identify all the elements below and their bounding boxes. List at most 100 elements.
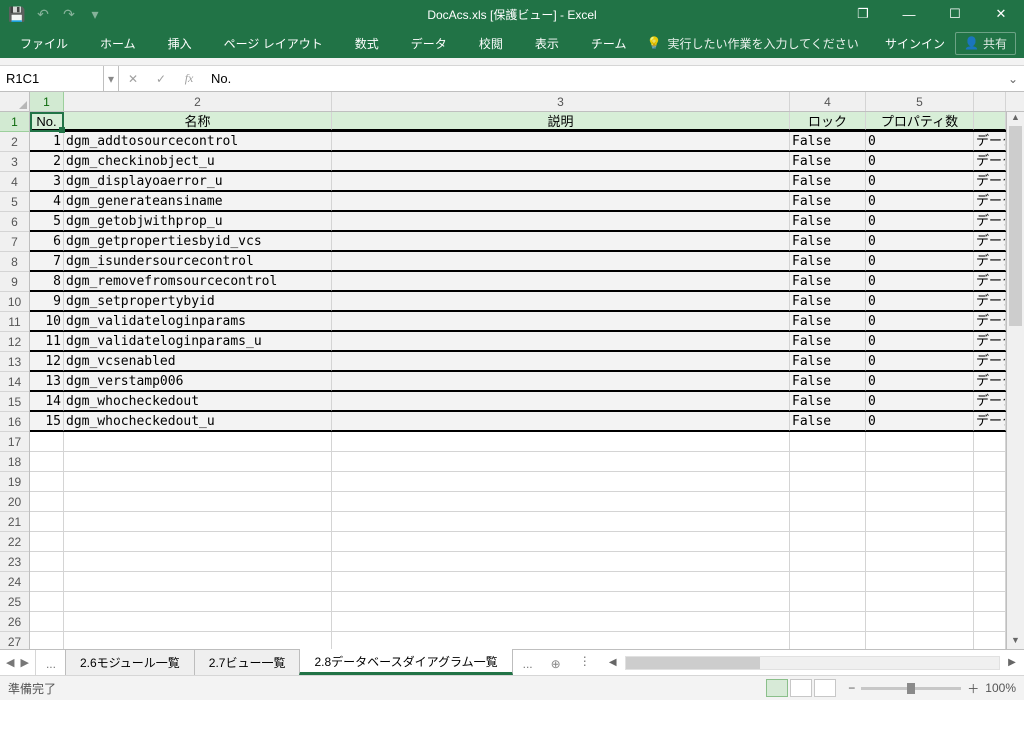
header-cell[interactable] [974,112,1006,130]
cell[interactable] [974,592,1006,611]
cell[interactable] [30,472,64,491]
cell[interactable] [332,552,790,571]
cell[interactable] [332,192,790,211]
minimize-icon[interactable]: — [886,0,932,28]
cell[interactable] [790,592,866,611]
row-header[interactable]: 20 [0,492,29,512]
enter-icon[interactable]: ✓ [147,66,175,91]
cell[interactable] [974,492,1006,511]
cell[interactable]: False [790,172,866,191]
row-header[interactable]: 14 [0,372,29,392]
cell[interactable]: False [790,312,866,331]
cell[interactable] [790,492,866,511]
tab-team[interactable]: チーム [579,30,639,57]
sheet-tab[interactable]: 2.6モジュール一覧 [65,649,195,675]
cell[interactable]: データ [974,312,1006,331]
cell[interactable] [30,512,64,531]
cell[interactable]: 0 [866,272,974,291]
cell[interactable]: データ [974,412,1006,431]
cell[interactable]: データ [974,192,1006,211]
cell[interactable] [30,532,64,551]
zoom-out-icon[interactable]: − [848,681,855,695]
cell[interactable] [332,392,790,411]
cell[interactable] [974,572,1006,591]
zoom-knob[interactable] [907,683,915,694]
cell[interactable]: False [790,192,866,211]
cell[interactable]: データ [974,232,1006,251]
cell[interactable]: 7 [30,252,64,271]
cell[interactable]: dgm_vcsenabled [64,352,332,371]
cell[interactable] [332,532,790,551]
cell[interactable] [332,272,790,291]
cell[interactable] [64,632,332,649]
cell[interactable]: 6 [30,232,64,251]
cell[interactable]: 11 [30,332,64,351]
signin-link[interactable]: サインイン [885,35,945,52]
cell[interactable]: データ [974,212,1006,231]
cell[interactable]: False [790,392,866,411]
cell[interactable]: dgm_getobjwithprop_u [64,212,332,231]
cell[interactable]: dgm_validateloginparams_u [64,332,332,351]
zoom-level[interactable]: 100% [985,681,1016,695]
qat-more-icon[interactable]: ▾ [84,3,106,25]
cell[interactable]: 2 [30,152,64,171]
tab-data[interactable]: データ [399,30,459,57]
cell[interactable]: データ [974,352,1006,371]
cell[interactable]: False [790,292,866,311]
cell[interactable] [64,572,332,591]
cell[interactable] [866,632,974,649]
cell[interactable] [332,432,790,451]
scrollbar-thumb[interactable] [626,657,760,669]
row-header[interactable]: 19 [0,472,29,492]
cell[interactable] [30,432,64,451]
row-header[interactable]: 13 [0,352,29,372]
tab-home[interactable]: ホーム [88,30,148,57]
cell[interactable]: dgm_setpropertybyid [64,292,332,311]
cell[interactable] [790,572,866,591]
row-header[interactable]: 2 [0,132,29,152]
row-header[interactable]: 6 [0,212,29,232]
row-header[interactable]: 27 [0,632,29,649]
cell[interactable] [866,572,974,591]
cell[interactable]: 8 [30,272,64,291]
zoom-in-icon[interactable]: ＋ [967,680,979,697]
row-header[interactable]: 7 [0,232,29,252]
name-box-input[interactable] [6,71,97,86]
cell[interactable] [30,632,64,649]
cell[interactable] [866,592,974,611]
maximize-icon[interactable]: ☐ [932,0,978,28]
cell[interactable]: dgm_verstamp006 [64,372,332,391]
share-button[interactable]: 👤 共有 [955,32,1016,55]
close-icon[interactable]: ✕ [978,0,1024,28]
cell[interactable]: 0 [866,212,974,231]
row-header[interactable]: 10 [0,292,29,312]
cell[interactable]: 0 [866,372,974,391]
cell[interactable] [64,532,332,551]
cell[interactable] [30,592,64,611]
cell[interactable]: 13 [30,372,64,391]
cell[interactable]: False [790,272,866,291]
cell[interactable] [332,212,790,231]
vertical-scrollbar[interactable]: ▲ ▼ [1006,112,1024,649]
row-header[interactable]: 25 [0,592,29,612]
scroll-left-icon[interactable]: ◀ [605,657,621,668]
row-header[interactable]: 9 [0,272,29,292]
tab-file[interactable]: ファイル [8,30,80,57]
cell[interactable] [790,472,866,491]
cell[interactable]: データ [974,372,1006,391]
sheet-nav-next-icon[interactable]: ▶ [20,656,28,669]
row-header[interactable]: 21 [0,512,29,532]
cell[interactable] [866,532,974,551]
sheet-more-right[interactable]: ... [513,653,543,675]
row-header[interactable]: 3 [0,152,29,172]
cell[interactable]: dgm_addtosourcecontrol [64,132,332,151]
header-cell[interactable]: 説明 [332,112,790,130]
cells-area[interactable]: No. 名称 説明 ロック プロパティ数 1dgm_addtosourcecon… [30,112,1006,649]
cancel-icon[interactable]: ✕ [119,66,147,91]
cell[interactable]: False [790,252,866,271]
cell[interactable]: 0 [866,312,974,331]
cell[interactable]: 0 [866,232,974,251]
row-header[interactable]: 24 [0,572,29,592]
column-header[interactable] [974,92,1006,111]
row-header[interactable]: 22 [0,532,29,552]
